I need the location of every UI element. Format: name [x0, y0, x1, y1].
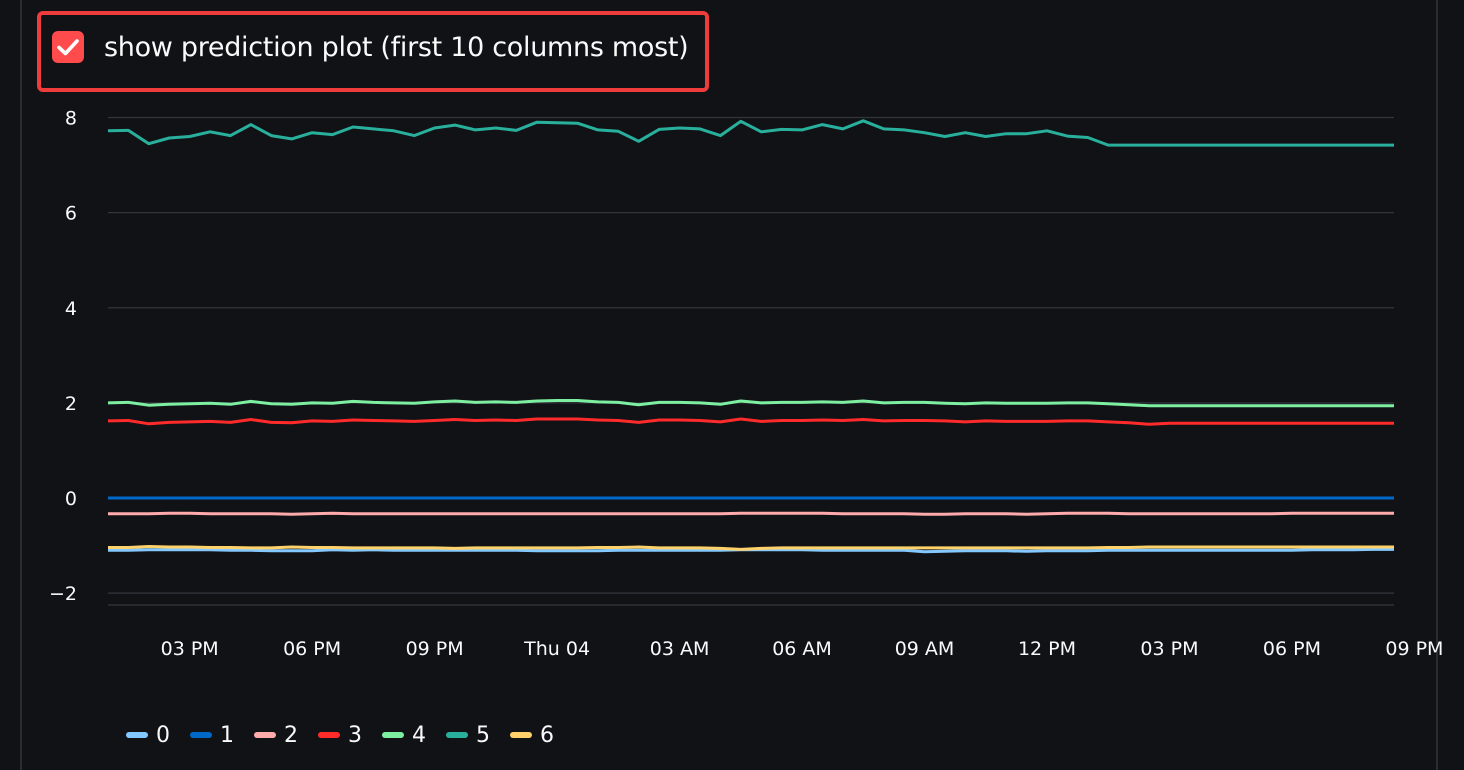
legend-item-3[interactable]: 3 — [318, 723, 362, 748]
legend-label: 4 — [412, 722, 426, 748]
y-tick-label: 2 — [65, 393, 77, 415]
legend-item-0[interactable]: 0 — [126, 723, 170, 748]
x-tick-label: 06 PM — [283, 638, 341, 660]
series-line-2[interactable] — [108, 511, 1394, 516]
legend-item-5[interactable]: 5 — [446, 723, 490, 748]
legend-label: 3 — [348, 722, 362, 748]
legend-item-6[interactable]: 6 — [510, 723, 554, 748]
legend-swatch — [318, 732, 340, 738]
legend-swatch — [126, 732, 148, 738]
series-line-3[interactable] — [107, 417, 1394, 426]
legend-item-4[interactable]: 4 — [382, 723, 426, 748]
y-tick-label: −2 — [49, 583, 77, 605]
y-tick-label: 8 — [65, 108, 77, 130]
legend-label: 5 — [476, 722, 490, 748]
chart-legend: 0 1 2 3 4 5 6 — [126, 718, 554, 752]
legend-item-1[interactable]: 1 — [190, 723, 234, 748]
x-tick-label: Thu 04 — [523, 638, 590, 660]
prediction-line-chart: 8 6 4 2 0 −2 03 PM 06 PM 09 PM Thu 04 03 AM 06 AM 09… — [49, 108, 1443, 660]
legend-label: 6 — [540, 722, 554, 748]
legend-swatch — [446, 732, 468, 738]
y-tick-label: 0 — [65, 488, 77, 510]
x-tick-label: 09 AM — [895, 638, 955, 660]
legend-swatch — [254, 732, 276, 738]
x-tick-label: 09 PM — [406, 638, 464, 660]
legend-label: 0 — [156, 722, 170, 748]
x-tick-label: 06 PM — [1263, 638, 1321, 660]
series-line-5[interactable] — [107, 119, 1394, 147]
x-tick-label: 03 PM — [1140, 638, 1198, 660]
legend-swatch — [190, 732, 212, 738]
x-tick-label: 03 AM — [650, 638, 710, 660]
y-tick-label: 6 — [65, 203, 77, 225]
x-tick-label: 09 PM — [1385, 638, 1443, 660]
x-tick-label: 06 AM — [772, 638, 832, 660]
y-tick-label: 4 — [65, 298, 77, 320]
legend-label: 1 — [220, 722, 234, 748]
legend-swatch — [382, 732, 404, 738]
x-tick-label: 12 PM — [1018, 638, 1076, 660]
legend-swatch — [510, 732, 532, 738]
legend-label: 2 — [284, 722, 298, 748]
legend-item-2[interactable]: 2 — [254, 723, 298, 748]
x-tick-label: 03 PM — [161, 638, 219, 660]
